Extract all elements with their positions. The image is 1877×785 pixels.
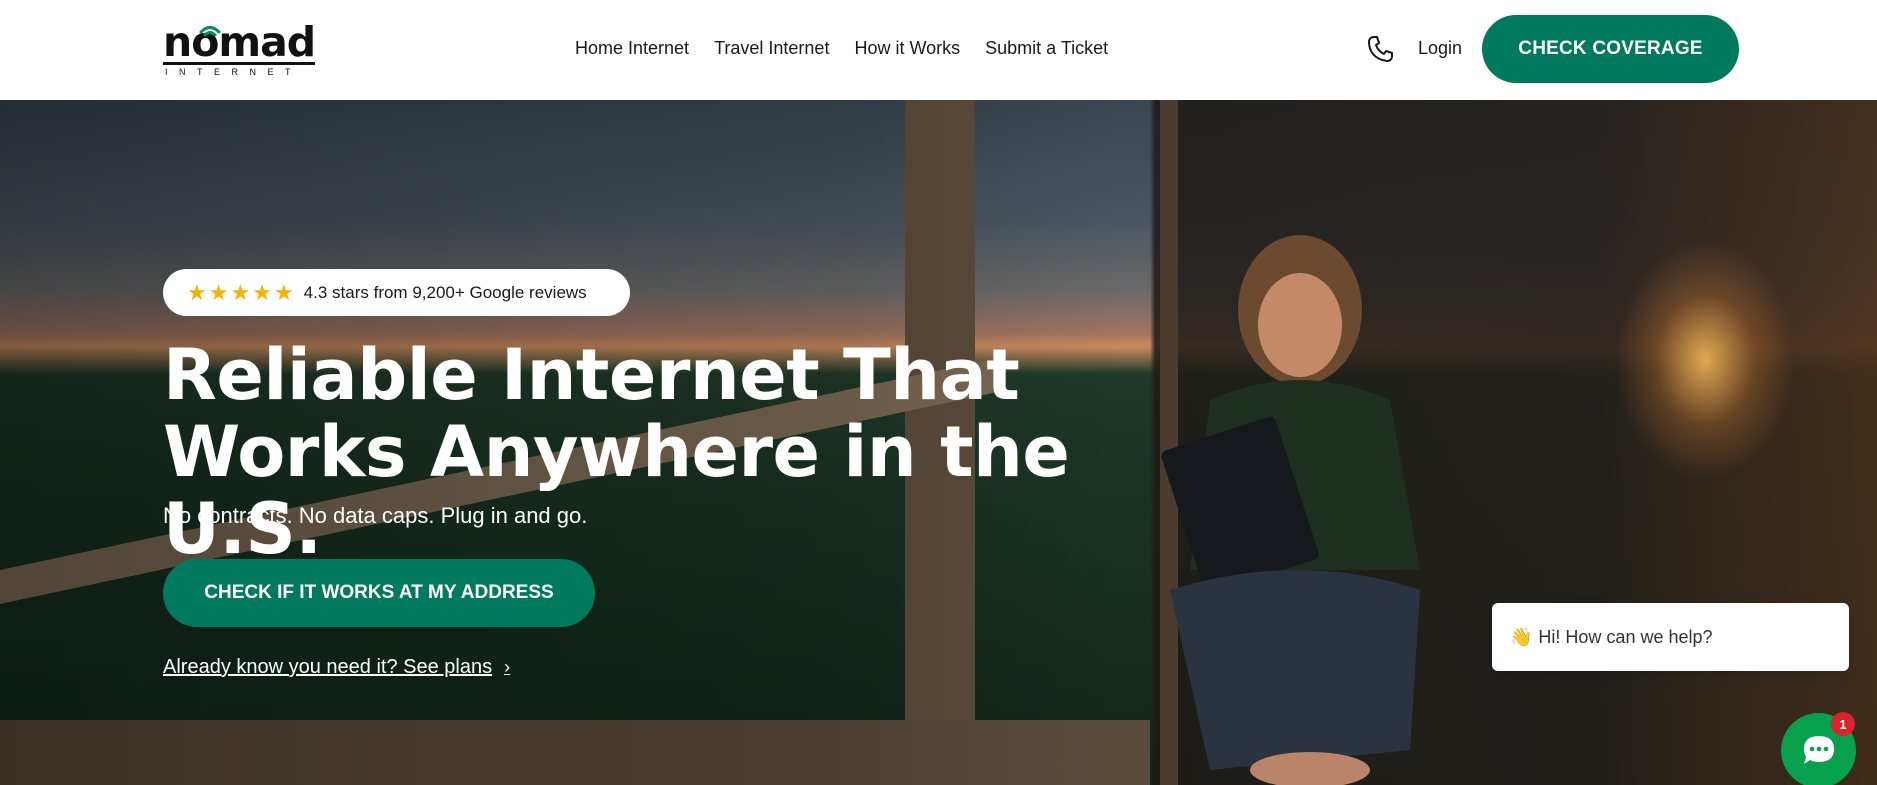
star-icon: ★ xyxy=(252,279,272,305)
hero-headline-line2: Works Anywhere in the U.S. xyxy=(163,411,1070,570)
wifi-icon xyxy=(199,26,221,37)
nomad-logo[interactable]: nomad INTERNET xyxy=(163,18,316,78)
site-header: nomad INTERNET Home Internet Travel Inte… xyxy=(0,0,1877,100)
unread-count-badge: 1 xyxy=(1831,712,1855,736)
check-coverage-button[interactable]: CHECK COVERAGE xyxy=(1482,15,1739,83)
nav-submit-ticket[interactable]: Submit a Ticket xyxy=(985,38,1108,59)
chat-greeting-bubble[interactable]: 👋 Hi! How can we help? xyxy=(1492,603,1849,671)
chevron-right-icon: › xyxy=(504,657,511,677)
star-icon: ★ xyxy=(187,279,207,305)
rating-stars: ★ ★ ★ ★ ★ xyxy=(187,279,294,305)
hero-section: ★ ★ ★ ★ ★ 4.3 stars from 9,200+ Google r… xyxy=(0,100,1877,785)
phone-icon[interactable] xyxy=(1366,34,1396,64)
rating-text: 4.3 stars from 9,200+ Google reviews xyxy=(303,282,587,302)
logo-underline xyxy=(163,62,315,65)
logo-wordmark: nomad xyxy=(163,18,316,66)
star-icon: ★ xyxy=(208,279,229,305)
waving-hand-icon: 👋 xyxy=(1510,626,1533,647)
chat-icon xyxy=(1803,735,1834,764)
login-link[interactable]: Login xyxy=(1418,38,1462,59)
nav-home-internet[interactable]: Home Internet xyxy=(575,38,689,59)
see-plans-label: Already know you need it? See plans xyxy=(163,656,493,678)
main-nav: Home Internet Travel Internet How it Wor… xyxy=(575,38,1108,59)
see-plans-link[interactable]: Already know you need it? See plans › xyxy=(163,656,510,679)
hero-headline: Reliable Internet That Works Anywhere in… xyxy=(163,337,1163,568)
star-icon: ★ xyxy=(273,279,294,305)
check-address-button[interactable]: CHECK IF IT WORKS AT MY ADDRESS xyxy=(163,559,595,627)
star-icon: ★ xyxy=(230,279,251,305)
chat-greeting-text: Hi! How can we help? xyxy=(1538,626,1713,647)
google-rating-badge: ★ ★ ★ ★ ★ 4.3 stars from 9,200+ Google r… xyxy=(163,269,630,316)
logo-subtitle: INTERNET xyxy=(165,67,302,77)
nav-travel-internet[interactable]: Travel Internet xyxy=(714,38,829,59)
hero-headline-line1: Reliable Internet That xyxy=(163,334,1020,416)
nav-how-it-works[interactable]: How it Works xyxy=(854,38,960,59)
hero-subheadline: No contracts. No data caps. Plug in and … xyxy=(163,503,588,528)
